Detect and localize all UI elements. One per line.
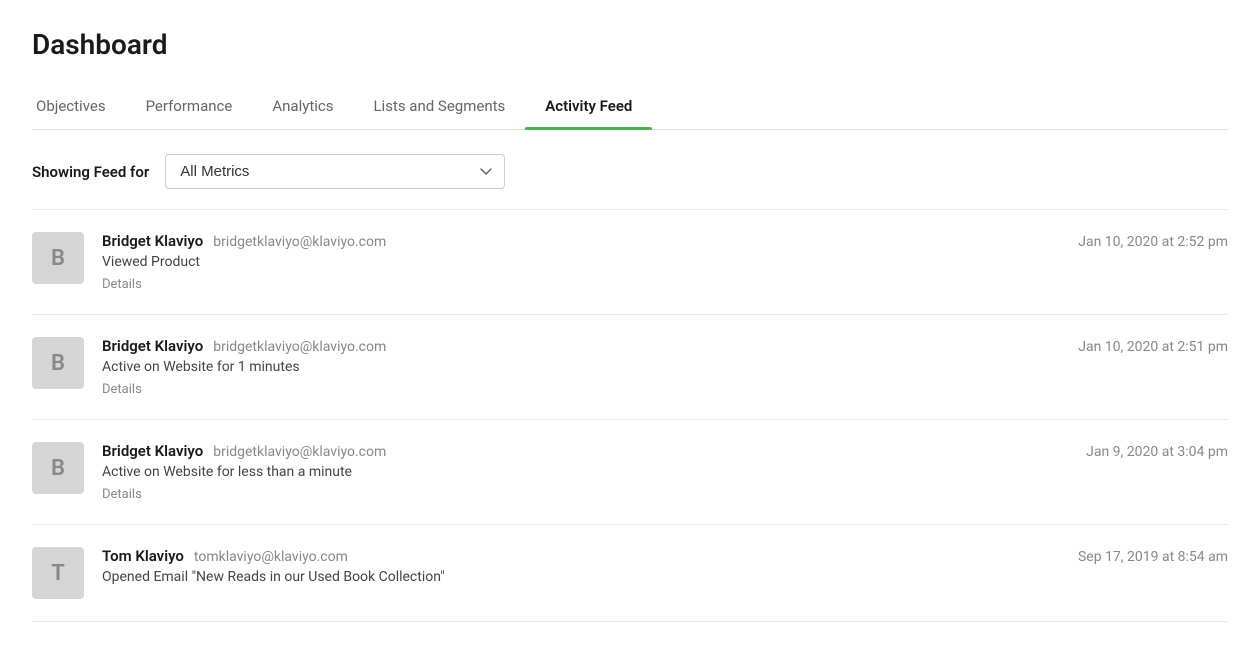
tabs-nav: Objectives Performance Analytics Lists a… [32, 85, 1228, 130]
feed-person-name[interactable]: Bridget Klaviyo [102, 442, 203, 460]
avatar: B [32, 337, 84, 389]
avatar: B [32, 442, 84, 494]
feed-details-link[interactable]: Details [102, 382, 142, 397]
tab-lists-segments[interactable]: Lists and Segments [353, 85, 525, 129]
avatar: B [32, 232, 84, 284]
feed-person-email: bridgetklaviyo@klaviyo.com [213, 444, 386, 460]
feed-person-name[interactable]: Bridget Klaviyo [102, 232, 203, 250]
avatar: T [32, 547, 84, 599]
feed-timestamp: Sep 17, 2019 at 8:54 am [1078, 547, 1228, 565]
feed-person-name[interactable]: Tom Klaviyo [102, 547, 184, 565]
feed-action-text: Viewed Product [102, 254, 1060, 270]
feed-item-content: Bridget Klaviyo bridgetklaviyo@klaviyo.c… [102, 232, 1060, 292]
filter-label: Showing Feed for [32, 163, 149, 181]
tab-performance[interactable]: Performance [126, 85, 253, 129]
tab-activity-feed[interactable]: Activity Feed [525, 85, 652, 129]
feed-action-text: Active on Website for 1 minutes [102, 359, 1060, 375]
feed-name-row: Tom Klaviyo tomklaviyo@klaviyo.com [102, 547, 1060, 565]
feed-name-row: Bridget Klaviyo bridgetklaviyo@klaviyo.c… [102, 442, 1068, 460]
tab-objectives[interactable]: Objectives [32, 85, 126, 129]
tab-analytics[interactable]: Analytics [252, 85, 353, 129]
feed-action-text: Active on Website for less than a minute [102, 464, 1068, 480]
metrics-filter-select[interactable]: All MetricsViewed ProductActive on Websi… [165, 154, 505, 189]
feed-action-text: Opened Email "New Reads in our Used Book… [102, 569, 1060, 585]
feed-person-name[interactable]: Bridget Klaviyo [102, 337, 203, 355]
feed-timestamp: Jan 10, 2020 at 2:51 pm [1078, 337, 1228, 355]
feed-item-content: Bridget Klaviyo bridgetklaviyo@klaviyo.c… [102, 442, 1068, 502]
feed-name-row: Bridget Klaviyo bridgetklaviyo@klaviyo.c… [102, 337, 1060, 355]
feed-timestamp: Jan 9, 2020 at 3:04 pm [1086, 442, 1228, 460]
feed-name-row: Bridget Klaviyo bridgetklaviyo@klaviyo.c… [102, 232, 1060, 250]
feed-item-content: Bridget Klaviyo bridgetklaviyo@klaviyo.c… [102, 337, 1060, 397]
feed-item: T Tom Klaviyo tomklaviyo@klaviyo.com Ope… [32, 525, 1228, 622]
feed-item: B Bridget Klaviyo bridgetklaviyo@klaviyo… [32, 315, 1228, 420]
feed-details-link[interactable]: Details [102, 487, 142, 502]
activity-feed-list: B Bridget Klaviyo bridgetklaviyo@klaviyo… [32, 209, 1228, 622]
feed-item-content: Tom Klaviyo tomklaviyo@klaviyo.com Opene… [102, 547, 1060, 589]
feed-item: B Bridget Klaviyo bridgetklaviyo@klaviyo… [32, 420, 1228, 525]
feed-person-email: tomklaviyo@klaviyo.com [194, 549, 348, 565]
feed-item: B Bridget Klaviyo bridgetklaviyo@klaviyo… [32, 210, 1228, 315]
page-title: Dashboard [32, 28, 1228, 61]
filter-row: Showing Feed for All MetricsViewed Produ… [32, 130, 1228, 209]
feed-details-link[interactable]: Details [102, 277, 142, 292]
feed-person-email: bridgetklaviyo@klaviyo.com [213, 339, 386, 355]
feed-person-email: bridgetklaviyo@klaviyo.com [213, 234, 386, 250]
feed-timestamp: Jan 10, 2020 at 2:52 pm [1078, 232, 1228, 250]
